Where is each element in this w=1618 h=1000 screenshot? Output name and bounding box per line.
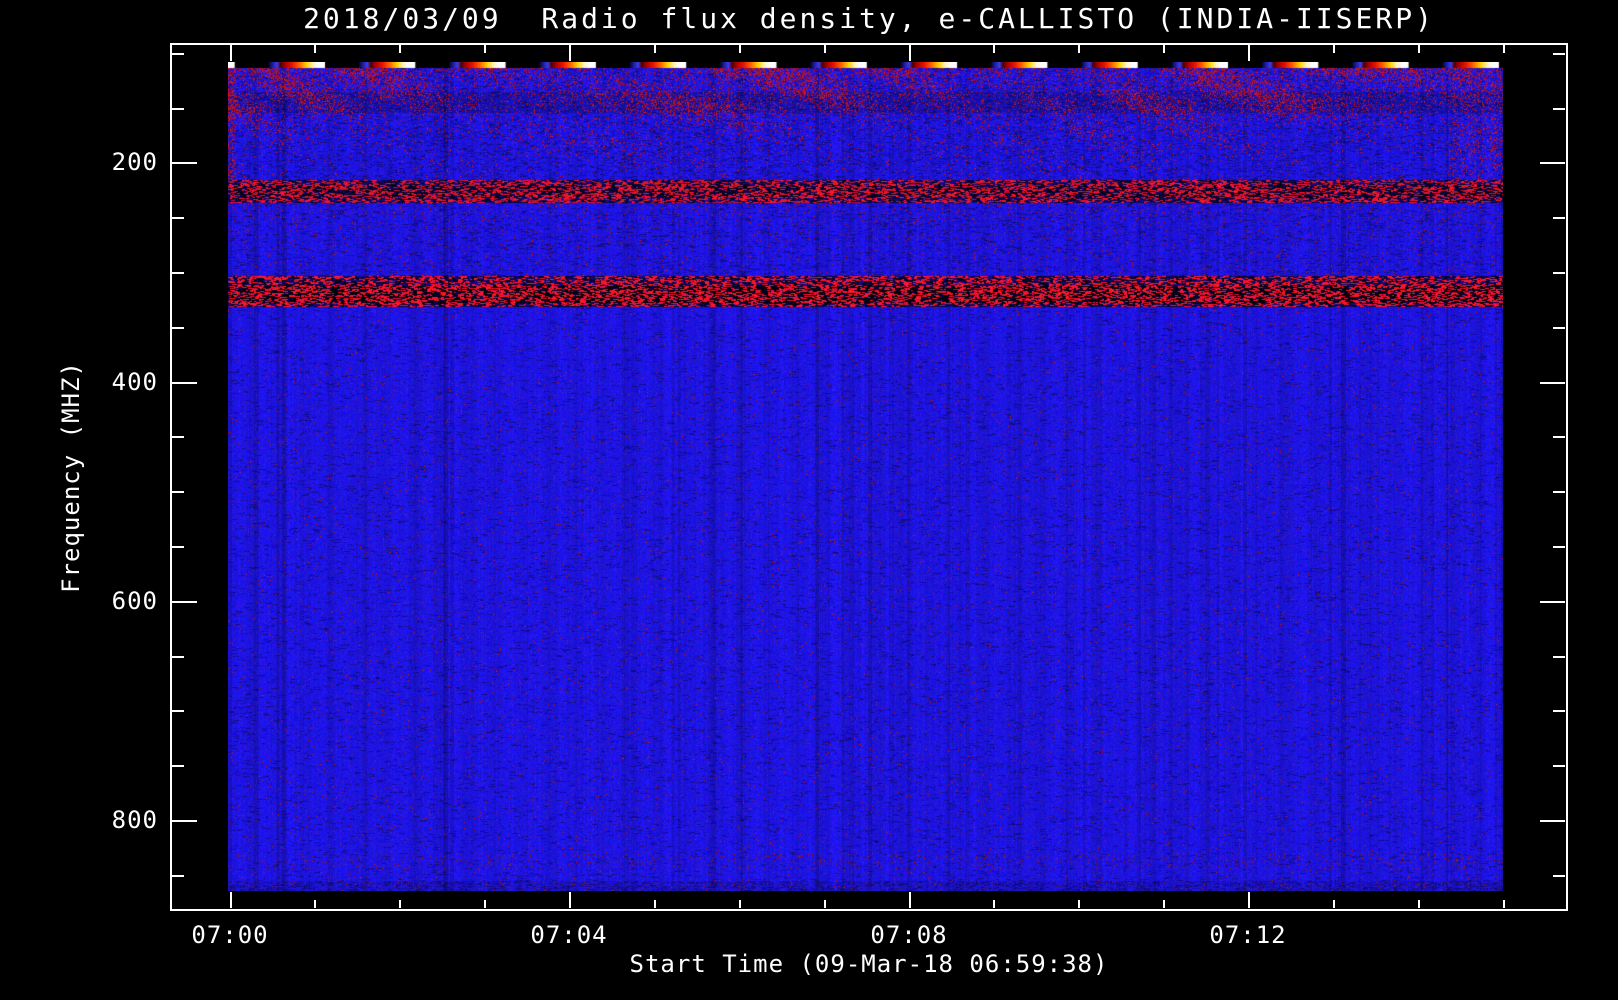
x-tick-label: 07:08: [870, 921, 948, 949]
y-tick-label: 800: [111, 806, 158, 834]
x-minor-tick: [739, 45, 741, 53]
x-minor-tick: [1503, 45, 1505, 53]
x-minor-tick: [484, 45, 486, 53]
y-minor-tick: [172, 491, 184, 493]
x-minor-tick: [824, 45, 826, 53]
x-major-tick: [230, 45, 232, 61]
x-minor-tick: [484, 900, 486, 908]
y-major-tick: [172, 382, 197, 384]
x-major-tick: [1248, 892, 1250, 908]
x-tick-label: 07:00: [191, 921, 269, 949]
x-minor-tick: [1333, 900, 1335, 908]
x-minor-tick: [824, 900, 826, 908]
y-minor-tick: [172, 765, 184, 767]
y-minor-tick: [172, 53, 184, 55]
y-minor-tick: [1553, 765, 1565, 767]
x-minor-tick: [654, 900, 656, 908]
y-major-tick: [1540, 382, 1565, 384]
y-minor-tick: [172, 710, 184, 712]
y-major-tick: [1540, 162, 1565, 164]
x-minor-tick: [993, 45, 995, 53]
plot-title: 2018/03/09 Radio flux density, e-CALLIST…: [303, 2, 1435, 35]
x-major-tick: [909, 892, 911, 908]
x-minor-tick: [1418, 900, 1420, 908]
x-minor-tick: [314, 900, 316, 908]
x-minor-tick: [399, 900, 401, 908]
x-minor-tick: [1078, 900, 1080, 908]
y-minor-tick: [1553, 272, 1565, 274]
y-minor-tick: [172, 327, 184, 329]
y-minor-tick: [172, 272, 184, 274]
x-major-tick: [230, 892, 232, 908]
x-axis-title: Start Time (09-Mar-18 06:59:38): [629, 950, 1109, 978]
y-major-tick: [172, 820, 197, 822]
y-minor-tick: [1553, 546, 1565, 548]
y-tick-label: 200: [111, 148, 158, 176]
x-major-tick: [1248, 45, 1250, 61]
y-major-tick: [172, 162, 197, 164]
x-minor-tick: [654, 45, 656, 53]
x-major-tick: [569, 45, 571, 61]
y-major-tick: [1540, 601, 1565, 603]
y-minor-tick: [1553, 491, 1565, 493]
y-minor-tick: [1553, 436, 1565, 438]
x-minor-tick: [1078, 45, 1080, 53]
spectrogram-image: [228, 62, 1503, 891]
x-major-tick: [569, 892, 571, 908]
y-minor-tick: [172, 546, 184, 548]
x-major-tick: [909, 45, 911, 61]
y-minor-tick: [1553, 108, 1565, 110]
y-minor-tick: [172, 656, 184, 658]
x-tick-label: 07:12: [1209, 921, 1287, 949]
y-minor-tick: [1553, 656, 1565, 658]
y-minor-tick: [172, 875, 184, 877]
y-minor-tick: [1553, 710, 1565, 712]
y-minor-tick: [1553, 217, 1565, 219]
x-minor-tick: [314, 45, 316, 53]
x-minor-tick: [1333, 45, 1335, 53]
y-major-tick: [1540, 820, 1565, 822]
x-minor-tick: [1503, 900, 1505, 908]
y-minor-tick: [1553, 53, 1565, 55]
x-minor-tick: [739, 900, 741, 908]
x-tick-label: 07:04: [530, 921, 608, 949]
x-minor-tick: [1163, 900, 1165, 908]
x-minor-tick: [1163, 45, 1165, 53]
y-minor-tick: [172, 436, 184, 438]
x-minor-tick: [993, 900, 995, 908]
x-minor-tick: [1418, 45, 1420, 53]
spectrogram-page: 2018/03/09 Radio flux density, e-CALLIST…: [0, 0, 1618, 1000]
x-minor-tick: [399, 45, 401, 53]
y-minor-tick: [1553, 327, 1565, 329]
y-major-tick: [172, 601, 197, 603]
y-minor-tick: [172, 217, 184, 219]
y-minor-tick: [1553, 875, 1565, 877]
y-minor-tick: [172, 108, 184, 110]
